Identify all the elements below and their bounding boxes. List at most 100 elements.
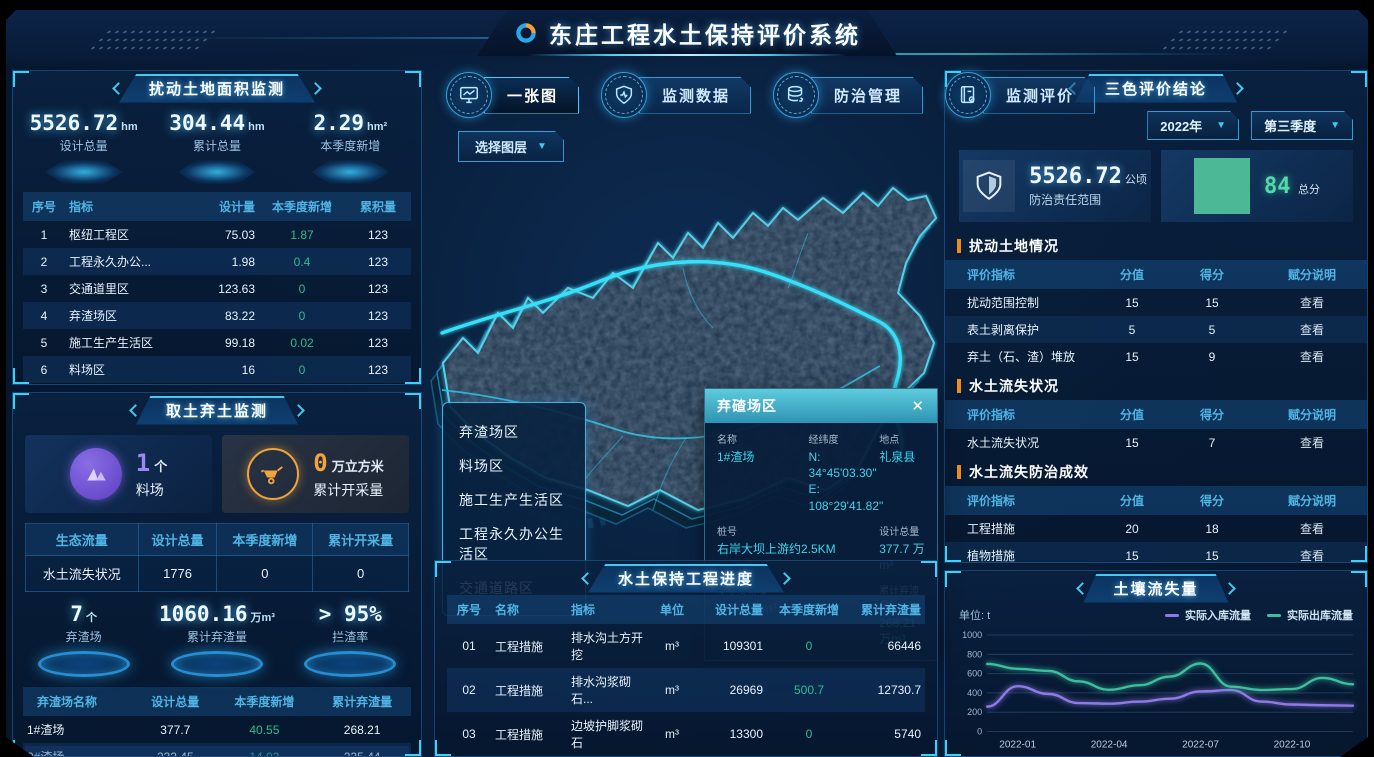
ring-pedestal [304, 651, 396, 677]
title-chevron-right-icon [778, 572, 791, 585]
layer-select-button[interactable]: 选择图层 ▼ [458, 131, 564, 162]
evaluation-section: 扰动土地情况评价指标分值得分赋分说明扰动范围控制1515查看表土剥离保护55查看… [945, 230, 1367, 370]
layer-item[interactable]: 弃渣场区 [443, 415, 585, 449]
table-row: 5施工生产生活区99.180.02123 [23, 329, 411, 356]
legend-swatch [1267, 614, 1281, 617]
title-chevron-right-icon [1231, 82, 1244, 95]
title-chevron-right-icon [309, 82, 322, 95]
cart-icon [247, 448, 299, 500]
legend-swatch [1165, 614, 1179, 617]
legend-inflow[interactable]: 实际入库流量 [1165, 607, 1251, 623]
panel-soil-loss: 土壤流失量 单位: t 实际入库流量 实际出库流量 02004006008001… [944, 570, 1368, 757]
soil-loss-line-chart[interactable]: 020040060080010002022-012022-042022-0720… [953, 627, 1359, 757]
popup-field-name: 名称 1#渣场 [717, 431, 809, 514]
evaluation-section: 水土流失防治成效评价指标分值得分赋分说明工程措施2018查看植物措施1515查看… [945, 456, 1367, 563]
header-dots-left [83, 28, 219, 54]
panel-title: 取土弃土监测 [136, 396, 298, 425]
table-row: 4弃渣场区83.220123 [23, 302, 411, 329]
nav-prevention-button[interactable]: 防治管理 [773, 72, 923, 118]
evaluation-sections: 扰动土地情况评价指标分值得分赋分说明扰动范围控制1515查看表土剥离保护55查看… [945, 230, 1367, 563]
view-link[interactable]: 查看 [1300, 549, 1324, 563]
svg-text:800: 800 [967, 649, 982, 659]
shield-pulse-icon [601, 72, 647, 118]
title-chevron-right-icon [1223, 582, 1236, 595]
chevron-down-icon: ▼ [1216, 120, 1226, 131]
svg-text:2022-01: 2022-01 [999, 740, 1036, 751]
title-chevron-right-icon [292, 404, 305, 417]
panel-title-bar: 土壤流失量 [945, 573, 1367, 603]
svg-text:1000: 1000 [962, 630, 982, 640]
hex-pedestal [311, 160, 389, 184]
chevron-down-icon: ▼ [537, 141, 547, 152]
panel-title: 三色评价结论 [1075, 74, 1237, 103]
title-chevron-left-icon [129, 404, 142, 417]
disturbed-table: 序号 指标 设计量 本季度新增 累积量 1枢纽工程区75.031.871232工… [23, 192, 411, 385]
table-row: 工程措施2018查看 [945, 515, 1367, 542]
table-row: 2工程永久办公...1.980.4123 [23, 248, 411, 275]
dashboard-screen: 东庄工程水土保持评价系统 扰动土地面积监测 5526.72hm 设计总量 304… [6, 10, 1368, 757]
material-site-card: 1个 料场 [25, 435, 212, 513]
table-row: 1#渣场377.740.55268.21 [23, 716, 411, 743]
table-row: 扰动范围控制1515查看 [945, 289, 1367, 316]
panel-title: 水土保持工程进度 [588, 564, 784, 593]
evaluation-section: 水土流失状况评价指标分值得分赋分说明水土流失状况157查看 [945, 370, 1367, 456]
svg-text:600: 600 [967, 669, 982, 679]
ring-pedestal [38, 651, 130, 677]
panel-title: 土壤流失量 [1083, 574, 1228, 603]
svg-text:400: 400 [967, 688, 982, 698]
table-row: 植物措施1515查看 [945, 542, 1367, 563]
legend-outflow[interactable]: 实际出库流量 [1267, 607, 1353, 623]
database-icon [773, 72, 819, 118]
table-row: 水土流失状况157查看 [945, 429, 1367, 456]
view-link[interactable]: 查看 [1300, 296, 1324, 310]
section-accent-bar [957, 465, 961, 479]
table-row: 弃土（石、渣）堆放159查看 [945, 343, 1367, 370]
section-table: 评价指标分值得分赋分说明水土流失状况157查看 [945, 400, 1367, 456]
section-title: 扰动土地情况 [945, 230, 1367, 260]
year-select[interactable]: 2022年▼ [1147, 111, 1239, 140]
svg-text:0: 0 [977, 727, 982, 737]
title-chevron-left-icon [1077, 582, 1090, 595]
panel-title: 扰动土地面积监测 [119, 74, 315, 103]
main-nav: 一张图 监测数据 防治管理 监测评价 [446, 72, 1095, 118]
section-accent-bar [957, 239, 961, 253]
shield-icon [963, 160, 1015, 212]
popup-header: 弃碴场区 ✕ [705, 389, 937, 423]
nav-one-map-button[interactable]: 一张图 [446, 72, 579, 118]
layer-item[interactable]: 料场区 [443, 449, 585, 483]
quarter-select[interactable]: 第三季度▼ [1251, 111, 1353, 140]
table-row: 3交通道里区123.630123 [23, 275, 411, 302]
section-table: 评价指标分值得分赋分说明扰动范围控制1515查看表土剥离保护55查看弃土（石、渣… [945, 260, 1367, 370]
stat-retention-rate: > 95% 拦渣率 [284, 602, 416, 677]
layer-item[interactable]: 施工生产生活区 [443, 483, 585, 517]
mountain-icon [70, 448, 122, 500]
responsibility-card: 5526.72公顷 防治责任范围 [959, 150, 1151, 222]
chevron-down-icon: ▼ [1330, 120, 1340, 131]
svg-text:2022-10: 2022-10 [1274, 740, 1311, 751]
eco-flow-table: 生态流量 设计总量 本季度新增 累计开采量 水土流失状况177600 [25, 523, 409, 592]
nav-monitor-data-button[interactable]: 监测数据 [601, 72, 751, 118]
view-link[interactable]: 查看 [1300, 522, 1324, 536]
progress-table: 序号 名称 指标 单位 设计总量 本季度新增 累计弃渣量 01工程措施排水沟土方… [447, 595, 925, 757]
map-region: 弃渣场区 料场区 施工生产生活区 工程永久办公生活区 交通道路区 弃碴场区 ✕ … [428, 10, 944, 757]
view-link[interactable]: 查看 [1300, 323, 1324, 337]
nav-evaluation-button[interactable]: 监测评价 [945, 72, 1095, 118]
section-accent-bar [957, 379, 961, 393]
view-link[interactable]: 查看 [1300, 436, 1324, 450]
close-icon[interactable]: ✕ [911, 397, 925, 415]
stat-design-total: 5526.72hm 设计总量 [18, 111, 150, 184]
popup-field-coord: 经纬度 N: 34°45'03.30" E: 108°29'41.82" [809, 431, 880, 514]
stat-dump-volume: 1060.16万m³ 累计弃渣量 [151, 602, 283, 677]
title-chevron-left-icon [581, 572, 594, 585]
section-table: 评价指标分值得分赋分说明工程措施2018查看植物措施1515查看临时措施1010… [945, 486, 1367, 563]
hex-pedestal [178, 160, 256, 184]
view-link[interactable]: 查看 [1300, 350, 1324, 364]
panel-disturbed-land: 扰动土地面积监测 5526.72hm 设计总量 304.44hm 累计总量 2.… [12, 70, 422, 385]
table-row: 表土剥离保护55查看 [945, 316, 1367, 343]
section-title: 水土流失防治成效 [945, 456, 1367, 486]
panel-evaluation: 三色评价结论 2022年▼ 第三季度▼ 5526.72公顷 防治责任范围 [944, 70, 1368, 563]
panel-title-bar: 取土弃土监测 [13, 395, 421, 425]
section-title: 水土流失状况 [945, 370, 1367, 400]
svg-text:2022-04: 2022-04 [1091, 740, 1128, 751]
panel-soil-borrow-dump: 取土弃土监测 1个 料场 0万立方米 累计开采量 [12, 392, 422, 757]
